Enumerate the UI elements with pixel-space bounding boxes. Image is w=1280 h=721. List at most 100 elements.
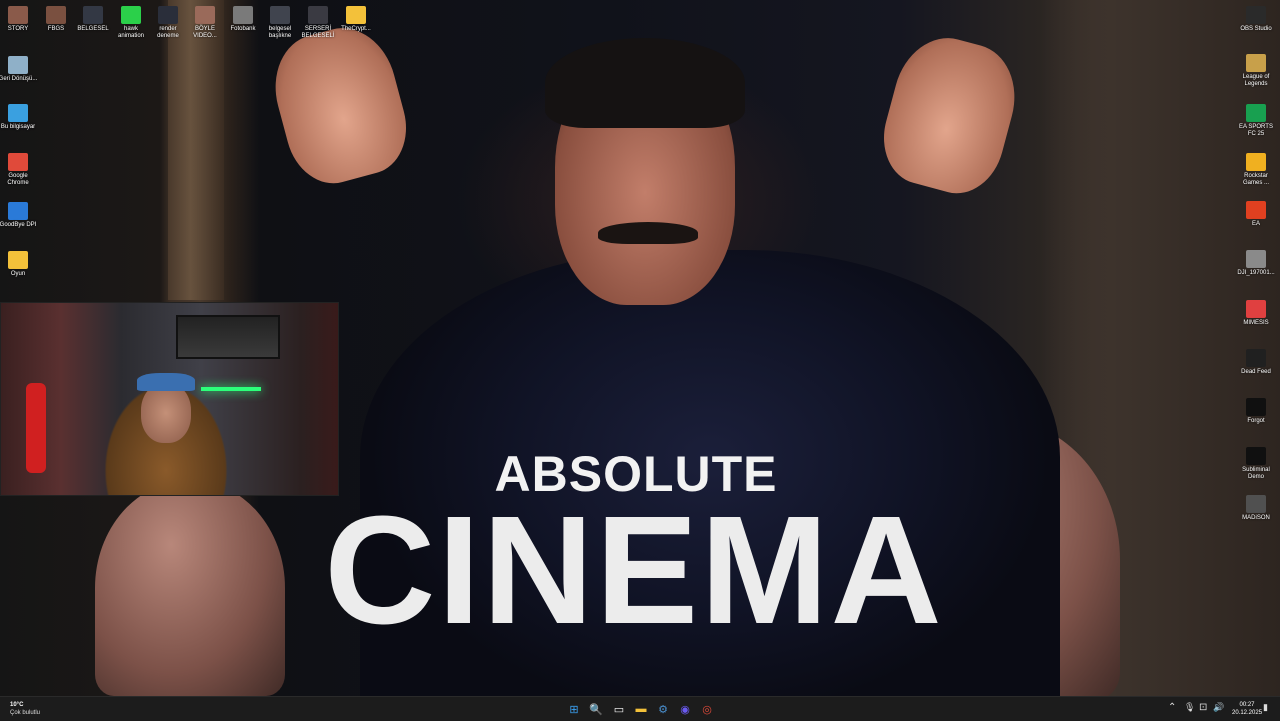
start-button[interactable]: ⊞ [566,701,582,717]
file-explorer-button[interactable]: ▬ [633,701,649,717]
taskbar-clock[interactable]: 00:27 20.12.2025 [1232,701,1262,717]
desktop-icon[interactable]: Fotobank [223,6,263,33]
rockstar-icon [1246,153,1266,171]
desktop-icon[interactable]: Subliminal Demo [1236,447,1276,481]
chrome-button[interactable]: ◎ [699,701,715,717]
weather-temp: 10°C [10,702,24,708]
desktop-icon[interactable]: BÖYLE VIDEO... [185,6,225,40]
clock-time: 00:27 [1239,702,1255,708]
streamer-face [141,383,191,443]
desktop-icon[interactable]: BELGESEL [73,6,113,33]
desktop-icon-label: Rockstar Games ... [1242,173,1269,186]
desktop-icon-label: GoodBye DPI [0,222,37,228]
person-thumbnail-icon [195,6,215,24]
desktop-icon[interactable]: Dead Feed [1236,349,1276,376]
ea-icon [1246,201,1266,219]
desktop-icon-label: Forgot [1247,418,1265,424]
person-thumbnail-icon [46,6,66,24]
desktop-icon[interactable]: EA SPORTS FC 25 [1236,104,1276,138]
desktop-icon-label: EA [1251,221,1260,227]
desktop-icon[interactable]: Forgot [1236,398,1276,425]
volume-icon[interactable]: 🔊 [1213,702,1224,713]
desktop-icon[interactable]: DJI_197001... [1236,250,1276,277]
desktop-icon-label: hawk animation [117,26,144,39]
folder-icon [346,6,366,24]
discord-button[interactable]: ◉ [677,701,693,717]
desktop-icon[interactable]: hawk animation [111,6,151,40]
subliminal-icon [1246,447,1266,465]
tray-chevron-icon[interactable]: ⌃ [1168,702,1176,713]
image-thumbnail-icon [1246,250,1266,268]
weather-widget[interactable]: 10°C Çok bulutlu [10,701,40,717]
desktop-icon[interactable]: Oyun [0,251,38,278]
video-thumbnail-icon [270,6,290,24]
raised-hand-left [262,17,418,193]
desktop-icon-label: League of Legends [1242,74,1270,87]
desktop-icon-label: BÖYLE VIDEO... [193,26,217,39]
desktop-icon[interactable]: Google Chrome [0,153,38,187]
mimesis-icon [1246,300,1266,318]
man-hair [545,38,745,128]
desktop-icon[interactable]: SERSERİ BELGESELİ [298,6,338,40]
desktop-icon-label: Subliminal Demo [1242,467,1270,480]
desktop-icon-label: TheCrypt... [341,26,371,32]
wooden-beam [168,0,224,300]
streamer-bandana [137,373,195,391]
desktop-icon-label: Oyun [10,271,26,277]
desktop-icon[interactable]: FBGS [36,6,76,33]
network-icon[interactable]: ⊡ [1199,702,1207,713]
desktop-icon-label: Bu bilgisayar [0,124,36,130]
task-view-button[interactable]: ▭ [611,701,627,717]
microphone [26,383,46,473]
desktop-icon-label: DJI_197001... [1237,270,1275,276]
video-thumbnail-icon [83,6,103,24]
video-thumbnail-icon [158,6,178,24]
league-icon [1246,54,1266,72]
desktop-icon-label: OBS Studio [1240,26,1272,32]
desktop-icon[interactable]: MADiSON [1236,495,1276,522]
desktop-icon[interactable]: Rockstar Games ... [1236,153,1276,187]
obs-icon [1246,6,1266,24]
steam-button[interactable]: ⚙ [655,701,671,717]
desktop-icon[interactable]: League of Legends [1236,54,1276,88]
taskbar: 10°C Çok bulutlu ⊞ 🔍 ▭ ▬ ⚙ ◉ ◎ ⌃ 🎙 ⊡ 🔊 00:27 2… [0,696,1280,721]
desktop-icon-label: Google Chrome [7,173,29,186]
desktop-icon-label: BELGESEL [77,26,109,32]
person-thumbnail-icon [233,6,253,24]
raised-hand-right [872,27,1028,203]
search-button[interactable]: 🔍 [588,701,604,717]
wallpaper-title-big: CINEMA [324,484,944,656]
notification-icon[interactable]: ▮ [1263,702,1268,713]
desktop-icon[interactable]: Bu bilgisayar [0,104,38,131]
desktop-icon[interactable]: Geri Dönüşü... [0,56,38,83]
clock-date: 20.12.2025 [1232,710,1263,716]
webcam-overlay [0,302,339,496]
video-thumbnail-icon [308,6,328,24]
desktop-icon[interactable]: MIMESIS [1236,300,1276,327]
desktop-icon-label: MIMESIS [1243,320,1269,326]
microphone-icon[interactable]: 🎙 [1184,702,1195,713]
madison-icon [1246,495,1266,513]
desktop-icon[interactable]: TheCrypt... [336,6,376,33]
desktop-icon-label: belgesel başlıkne [268,26,292,39]
desktop-icon-label: render deneme [157,26,179,39]
internet-explorer-icon [8,202,28,220]
weather-desc: Çok bulutlu [10,710,41,716]
desktop-icon-label: FBGS [47,26,65,32]
desktop-icon-label: Fotobank [230,26,256,32]
fc25-icon [1246,104,1266,122]
desktop-icon[interactable]: STORY [0,6,38,33]
desktop-icon[interactable]: EA [1236,201,1276,228]
folder-icon [8,251,28,269]
desktop-icon[interactable]: belgesel başlıkne [260,6,300,40]
desktop-icon[interactable]: GoodBye DPI [0,202,38,229]
green-clip-icon [121,6,141,24]
desktop-icon-label: STORY [7,26,29,32]
desktop-icon-label: MADiSON [1242,515,1270,521]
dead-feed-icon [1246,349,1266,367]
desktop-icon[interactable]: render deneme [148,6,188,40]
person-thumbnail-icon [8,6,28,24]
computer-icon [8,104,28,122]
wall-poster [176,315,280,359]
desktop-icon[interactable]: OBS Studio [1236,6,1276,33]
